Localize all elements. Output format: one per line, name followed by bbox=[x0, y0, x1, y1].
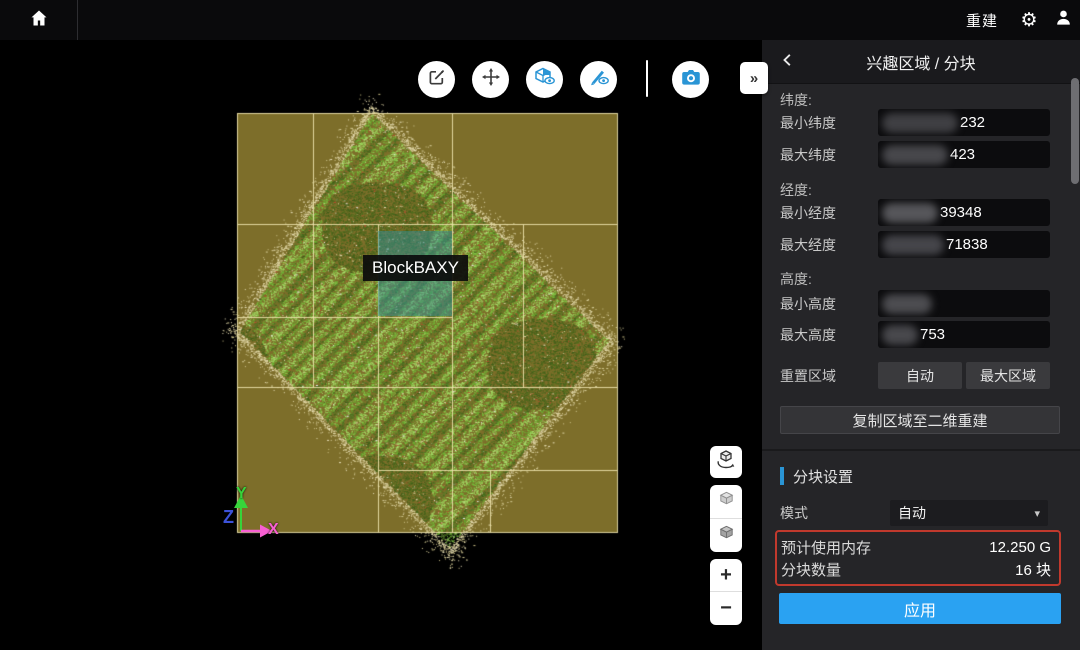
min-longitude-input[interactable]: 39348 bbox=[878, 199, 1050, 226]
viewport-3d: BlockBAXY Y X Z bbox=[0, 40, 762, 650]
max-latitude-input[interactable]: 423 bbox=[878, 141, 1050, 168]
cube-shaded-button[interactable] bbox=[710, 519, 742, 552]
zoom-in-button[interactable]: + bbox=[710, 559, 742, 591]
mode-label: 模式 bbox=[780, 503, 890, 523]
gear-icon: ⚙ bbox=[1020, 9, 1037, 32]
axis-x-label: X bbox=[268, 521, 279, 539]
mode-row: 模式 自动 ▾ bbox=[780, 500, 1060, 526]
max-longitude-row: 最大经度 71838 bbox=[780, 231, 1060, 258]
zoom-group: + − bbox=[710, 559, 742, 625]
home-button[interactable] bbox=[0, 0, 77, 40]
model-visibility-button[interactable] bbox=[526, 61, 563, 98]
block-settings-header: 分块设置 bbox=[780, 467, 1060, 485]
max-longitude-value: 71838 bbox=[946, 236, 988, 253]
snapshot-button[interactable] bbox=[672, 61, 709, 98]
redaction-blob bbox=[882, 145, 948, 165]
apply-button[interactable]: 应用 bbox=[779, 593, 1061, 624]
block-count-row: 分块数量 16 块 bbox=[781, 558, 1051, 580]
min-longitude-row: 最小经度 39348 bbox=[780, 199, 1060, 226]
memory-value: 12.250 G bbox=[989, 539, 1051, 556]
redaction-blob bbox=[882, 325, 918, 345]
accent-bar bbox=[780, 467, 784, 485]
min-latitude-input[interactable]: 232 bbox=[878, 109, 1050, 136]
latitude-group-label: 纬度: bbox=[780, 90, 1060, 106]
orbit-cube-icon bbox=[715, 449, 737, 476]
user-icon bbox=[1054, 8, 1073, 33]
minus-icon: − bbox=[720, 598, 732, 618]
viewport-canvas[interactable] bbox=[0, 40, 762, 650]
memory-label: 预计使用内存 bbox=[781, 537, 871, 558]
axis-y-label: Y bbox=[236, 485, 247, 503]
topbar-divider bbox=[77, 0, 78, 40]
toolbar-divider bbox=[646, 60, 648, 97]
auto-button[interactable]: 自动 bbox=[878, 362, 962, 389]
max-latitude-value: 423 bbox=[950, 146, 975, 163]
edit-region-button[interactable] bbox=[418, 61, 455, 98]
block-count-value: 16 块 bbox=[1015, 559, 1051, 580]
home-icon bbox=[29, 8, 49, 33]
cube-solid-icon bbox=[717, 490, 736, 514]
topbar: 重建 ⚙ bbox=[0, 0, 1080, 40]
plus-icon: + bbox=[720, 565, 732, 585]
section-divider bbox=[762, 449, 1080, 451]
toolbar-expand-button[interactable]: » bbox=[740, 62, 768, 94]
camera-icon bbox=[680, 67, 702, 92]
min-longitude-label: 最小经度 bbox=[780, 203, 878, 223]
panel-header: 兴趣区域 / 分块 bbox=[762, 40, 1080, 84]
render-mode-group bbox=[710, 485, 742, 552]
roi-block-panel: 兴趣区域 / 分块 纬度: 最小纬度 232 最大纬度 423 经度: 最小经度… bbox=[762, 40, 1080, 650]
menu-rebuild[interactable]: 重建 bbox=[952, 10, 1012, 31]
reset-region-label: 重置区域 bbox=[780, 366, 878, 386]
cube-eye-icon bbox=[534, 67, 556, 92]
min-height-row: 最小高度 bbox=[780, 290, 1060, 317]
pan-move-button[interactable] bbox=[472, 61, 509, 98]
height-group-label: 高度: bbox=[780, 269, 1060, 285]
axis-z-label: Z bbox=[223, 507, 234, 528]
chevrons-right-icon: » bbox=[750, 70, 758, 87]
max-height-value: 753 bbox=[920, 326, 945, 343]
max-height-row: 最大高度 753 bbox=[780, 321, 1060, 348]
pen-eye-icon bbox=[588, 67, 610, 92]
redaction-blob bbox=[882, 113, 958, 133]
max-height-input[interactable]: 753 bbox=[878, 321, 1050, 348]
annotation-visibility-button[interactable] bbox=[580, 61, 617, 98]
redaction-blob bbox=[882, 294, 932, 314]
max-region-button[interactable]: 最大区域 bbox=[966, 362, 1050, 389]
stats-highlight-box: 预计使用内存 12.250 G 分块数量 16 块 bbox=[775, 530, 1061, 586]
cube-shaded-icon bbox=[717, 524, 736, 548]
mode-value: 自动 bbox=[898, 503, 1034, 523]
block-settings-title: 分块设置 bbox=[793, 466, 853, 487]
move-icon bbox=[481, 67, 501, 92]
back-button[interactable] bbox=[780, 40, 810, 84]
copy-region-button[interactable]: 复制区域至二维重建 bbox=[780, 406, 1060, 434]
block-tooltip: BlockBAXY bbox=[363, 255, 468, 281]
edit-icon bbox=[427, 67, 447, 92]
min-height-label: 最小高度 bbox=[780, 294, 878, 314]
panel-scrollbar-thumb[interactable] bbox=[1071, 78, 1079, 184]
back-chevron-icon bbox=[780, 52, 795, 73]
max-latitude-row: 最大纬度 423 bbox=[780, 141, 1060, 168]
memory-row: 预计使用内存 12.250 G bbox=[781, 536, 1051, 558]
max-height-label: 最大高度 bbox=[780, 325, 878, 345]
redaction-blob bbox=[882, 203, 938, 223]
reset-region-row: 重置区域 自动 最大区域 bbox=[780, 362, 1060, 389]
min-longitude-value: 39348 bbox=[940, 204, 982, 221]
max-latitude-label: 最大纬度 bbox=[780, 145, 878, 165]
settings-button[interactable]: ⚙ bbox=[1012, 0, 1046, 40]
block-count-label: 分块数量 bbox=[781, 559, 841, 580]
redaction-blob bbox=[882, 235, 944, 255]
cube-solid-button[interactable] bbox=[710, 485, 742, 518]
dropdown-caret-icon: ▾ bbox=[1034, 507, 1040, 520]
min-latitude-row: 最小纬度 232 bbox=[780, 109, 1060, 136]
min-latitude-value: 232 bbox=[960, 114, 985, 131]
min-latitude-label: 最小纬度 bbox=[780, 113, 878, 133]
orbit-view-button[interactable] bbox=[710, 446, 742, 478]
mode-dropdown[interactable]: 自动 ▾ bbox=[890, 500, 1048, 526]
max-longitude-input[interactable]: 71838 bbox=[878, 231, 1050, 258]
account-button[interactable] bbox=[1046, 0, 1080, 40]
longitude-group-label: 经度: bbox=[780, 180, 1060, 196]
min-height-input[interactable] bbox=[878, 290, 1050, 317]
zoom-out-button[interactable]: − bbox=[710, 592, 742, 624]
max-longitude-label: 最大经度 bbox=[780, 235, 878, 255]
